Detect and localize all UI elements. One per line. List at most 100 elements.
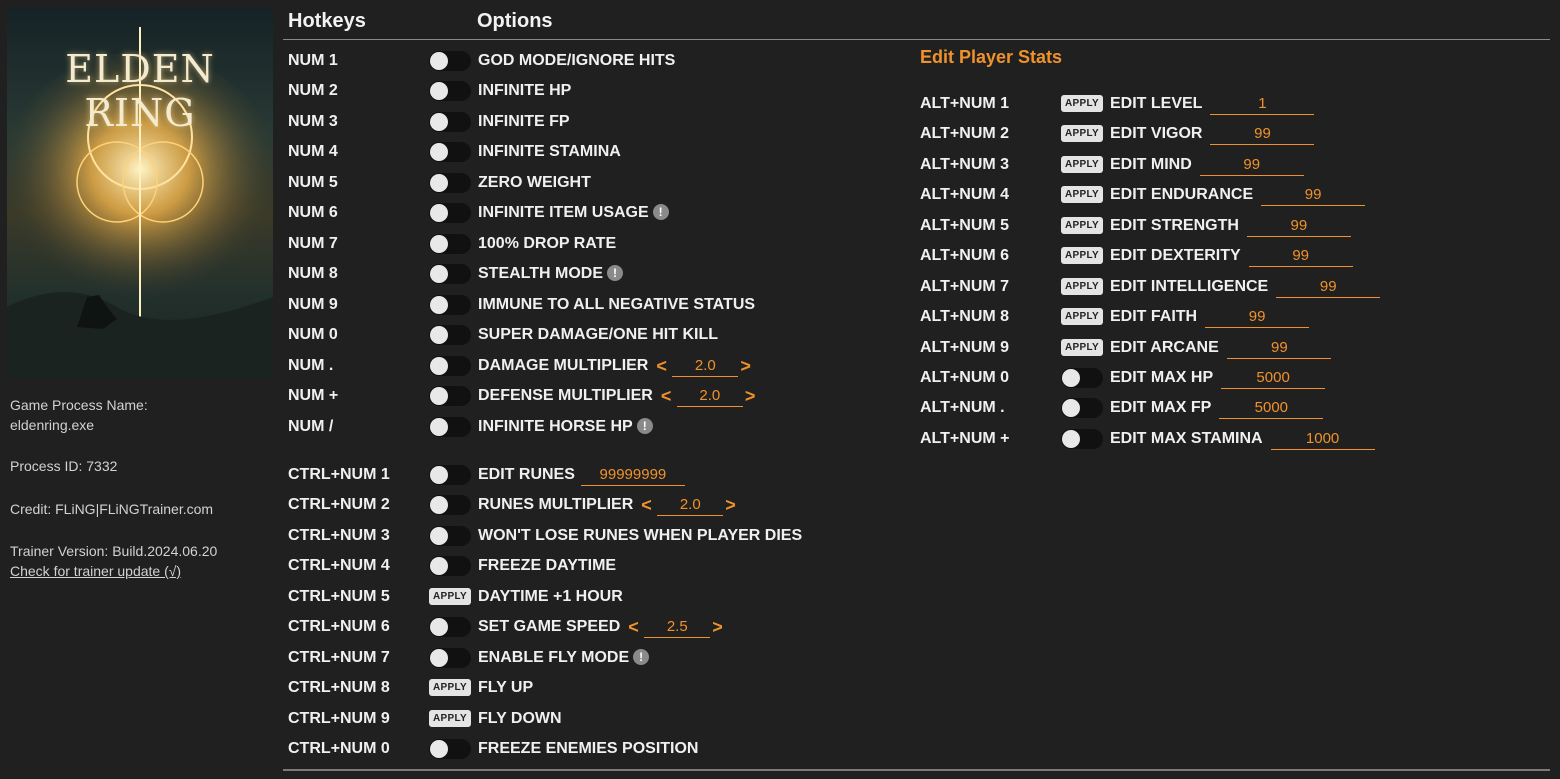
option-label: EDIT LEVEL: [1110, 93, 1202, 115]
option-label: WON'T LOSE RUNES WHEN PLAYER DIES: [478, 525, 802, 547]
apply-button[interactable]: APPLY: [1061, 339, 1103, 356]
apply-button[interactable]: APPLY: [1061, 217, 1103, 234]
toggle-switch[interactable]: [1061, 429, 1103, 449]
apply-button[interactable]: APPLY: [1061, 247, 1103, 264]
stat-value-input[interactable]: 99: [1199, 154, 1304, 176]
increase-arrow[interactable]: >: [712, 616, 723, 638]
options-header: Options: [477, 10, 553, 32]
stat-value-input[interactable]: 99: [1210, 123, 1315, 145]
toggle-switch[interactable]: [429, 648, 471, 668]
apply-button[interactable]: APPLY: [1061, 156, 1103, 173]
apply-button[interactable]: APPLY: [1061, 186, 1103, 203]
option-label-text: FLY DOWN: [478, 710, 562, 727]
stat-row: ALT+NUM 2 APPLY EDIT VIGOR 99: [0, 123, 1560, 145]
option-label: FREEZE ENEMIES POSITION: [478, 738, 698, 760]
stat-value-input[interactable]: 5000: [1221, 367, 1326, 389]
stat-value-input[interactable]: 99: [1261, 184, 1366, 206]
hotkeys-header: Hotkeys: [288, 10, 366, 32]
hotkey-label: CTRL+NUM 8: [288, 679, 390, 696]
toggle-switch[interactable]: [429, 556, 471, 576]
option-label-text: EDIT MAX HP: [1110, 369, 1214, 386]
toggle-switch[interactable]: [429, 495, 471, 515]
toggle-knob: [430, 557, 448, 575]
toggle-knob: [430, 496, 448, 514]
option-label: ENABLE FLY MODE!: [478, 647, 650, 669]
hotkey-label: ALT+NUM 7: [920, 278, 1010, 295]
option-label-text: EDIT MAX FP: [1110, 399, 1212, 416]
hotkey-label: CTRL+NUM 5: [288, 588, 390, 605]
hotkey-label: ALT+NUM 3: [920, 156, 1010, 173]
increase-arrow[interactable]: >: [725, 494, 736, 516]
value-input[interactable]: 99999999: [580, 464, 685, 486]
apply-button[interactable]: APPLY: [429, 679, 471, 696]
option-label-text: GOD MODE/IGNORE HITS: [478, 52, 676, 69]
toggle-knob: [430, 649, 448, 667]
option-row: CTRL+NUM 9 APPLY FLY DOWN: [0, 708, 1560, 730]
toggle-switch[interactable]: [429, 526, 471, 546]
option-label: EDIT FAITH: [1110, 306, 1197, 328]
stat-value-input[interactable]: 99: [1205, 306, 1310, 328]
option-label: SET GAME SPEED: [478, 616, 620, 638]
apply-button[interactable]: APPLY: [429, 710, 471, 727]
option-label-text: EDIT RUNES: [478, 466, 575, 483]
option-label: FREEZE DAYTIME: [478, 555, 616, 577]
option-row: CTRL+NUM 4 FREEZE DAYTIME: [0, 555, 1560, 577]
toggle-switch[interactable]: [1061, 368, 1103, 388]
decrease-arrow[interactable]: <: [641, 494, 652, 516]
header-divider: [283, 39, 1550, 40]
stat-value-input[interactable]: 99: [1227, 337, 1332, 359]
option-label-text: EDIT LEVEL: [1110, 95, 1203, 112]
decrease-arrow[interactable]: <: [628, 616, 639, 638]
hotkey-label: ALT+NUM +: [920, 430, 1010, 447]
hotkey-label: CTRL+NUM 6: [288, 618, 390, 635]
stat-value-input[interactable]: 99: [1276, 276, 1381, 298]
toggle-switch[interactable]: [429, 739, 471, 759]
stat-value-input[interactable]: 1: [1210, 93, 1315, 115]
option-label: FLY UP: [478, 677, 533, 699]
option-label: FLY DOWN: [478, 708, 562, 730]
hotkey-label: CTRL+NUM 9: [288, 710, 390, 727]
stat-row: ALT+NUM + EDIT MAX STAMINA 1000: [0, 428, 1560, 450]
apply-button[interactable]: APPLY: [1061, 278, 1103, 295]
toggle-switch[interactable]: [1061, 398, 1103, 418]
stat-value-input[interactable]: 5000: [1219, 397, 1324, 419]
apply-button[interactable]: APPLY: [1061, 95, 1103, 112]
warning-icon: !: [633, 649, 650, 665]
hotkey-label: ALT+NUM 6: [920, 247, 1010, 264]
apply-button[interactable]: APPLY: [429, 588, 471, 605]
stat-row: ALT+NUM 6 APPLY EDIT DEXTERITY 99: [0, 245, 1560, 267]
apply-button[interactable]: APPLY: [1061, 308, 1103, 325]
hotkey-label: ALT+NUM 8: [920, 308, 1010, 325]
stat-value-input[interactable]: 99: [1248, 245, 1353, 267]
option-label-text: SET GAME SPEED: [478, 618, 621, 635]
option-row: CTRL+NUM 2 RUNES MULTIPLIER <2.0 >: [0, 494, 1560, 516]
option-row: CTRL+NUM 3 WON'T LOSE RUNES WHEN PLAYER D…: [0, 525, 1560, 547]
hotkey-label: CTRL+NUM 2: [288, 496, 390, 513]
hotkey-label: ALT+NUM .: [920, 399, 1005, 416]
apply-button[interactable]: APPLY: [1061, 125, 1103, 142]
option-label-text: EDIT INTELLIGENCE: [1110, 278, 1269, 295]
option-label: EDIT DEXTERITY: [1110, 245, 1241, 267]
option-label-text: EDIT STRENGTH: [1110, 217, 1239, 234]
toggle-switch[interactable]: [429, 465, 471, 485]
stat-row: ALT+NUM 0 EDIT MAX HP 5000: [0, 367, 1560, 389]
stat-value-input[interactable]: 99: [1246, 215, 1351, 237]
toggle-switch[interactable]: [429, 617, 471, 637]
option-label: EDIT MAX HP: [1110, 367, 1213, 389]
option-label: EDIT ENDURANCE: [1110, 184, 1253, 206]
hotkey-label: CTRL+NUM 3: [288, 527, 390, 544]
stat-row: ALT+NUM 8 APPLY EDIT FAITH 99: [0, 306, 1560, 328]
option-label: DAYTIME +1 HOUR: [478, 586, 623, 608]
option-label-text: EDIT VIGOR: [1110, 125, 1203, 142]
option-row: CTRL+NUM 6 SET GAME SPEED <2.5 >: [0, 616, 1560, 638]
hotkey-label: ALT+NUM 5: [920, 217, 1010, 234]
stat-row: ALT+NUM . EDIT MAX FP 5000: [0, 397, 1560, 419]
option-label-text: EDIT FAITH: [1110, 308, 1198, 325]
option-label: EDIT VIGOR: [1110, 123, 1202, 145]
option-row: CTRL+NUM 5 APPLY DAYTIME +1 HOUR: [0, 586, 1560, 608]
toggle-switch[interactable]: [429, 51, 471, 71]
option-label-text: WON'T LOSE RUNES WHEN PLAYER DIES: [478, 527, 803, 544]
stepper-value[interactable]: 2.5: [644, 616, 711, 638]
stepper-value[interactable]: 2.0: [657, 494, 724, 516]
stat-value-input[interactable]: 1000: [1270, 428, 1375, 450]
